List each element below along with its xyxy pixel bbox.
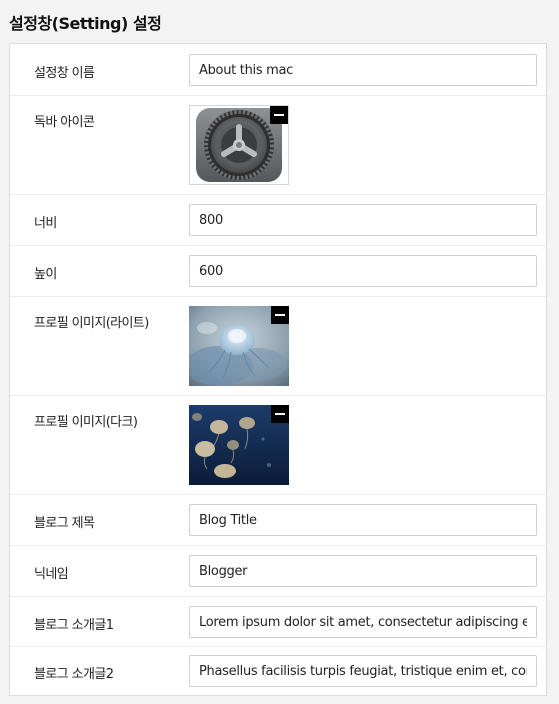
window-name-input[interactable] [189, 54, 537, 86]
dock-icon-remove-button[interactable] [270, 106, 288, 124]
row-blog-title: 블로그 제목 [10, 495, 546, 546]
blog-title-label: 블로그 제목 [34, 516, 95, 531]
row-profile-dark: 프로필 이미지(다크) [10, 396, 546, 495]
blog-intro2-input[interactable] [189, 655, 537, 687]
profile-dark-remove-button[interactable] [271, 405, 289, 423]
width-label: 너비 [34, 216, 57, 231]
row-blog-intro2: 블로그 소개글2 [10, 647, 546, 695]
height-input[interactable] [189, 255, 537, 287]
blog-intro1-label: 블로그 소개글1 [34, 618, 114, 633]
height-label: 높이 [34, 267, 57, 282]
row-profile-light: 프로필 이미지(라이트) [10, 297, 546, 396]
window-name-label: 설정창 이름 [34, 66, 95, 81]
profile-dark-image [189, 405, 289, 485]
dock-icon-label: 독바 아이콘 [34, 115, 95, 130]
row-window-name: 설정창 이름 [10, 44, 546, 96]
profile-light-image [189, 306, 289, 386]
dock-icon-image [189, 105, 289, 185]
settings-form: 설정창 이름 독바 아이콘 [9, 43, 547, 696]
page-title: 설정창(Setting) 설정 [9, 14, 162, 33]
width-input[interactable] [189, 204, 537, 236]
profile-light-remove-button[interactable] [271, 306, 289, 324]
row-dock-icon: 독바 아이콘 [10, 96, 546, 195]
blog-intro2-label: 블로그 소개글2 [34, 667, 114, 682]
profile-light-label: 프로필 이미지(라이트) [34, 316, 149, 331]
row-height: 높이 [10, 246, 546, 297]
row-width: 너비 [10, 195, 546, 246]
blog-title-input[interactable] [189, 504, 537, 536]
row-nickname: 닉네임 [10, 546, 546, 597]
nickname-label: 닉네임 [34, 567, 69, 582]
blog-intro1-input[interactable] [189, 606, 537, 638]
row-blog-intro1: 블로그 소개글1 [10, 597, 546, 647]
nickname-input[interactable] [189, 555, 537, 587]
profile-dark-label: 프로필 이미지(다크) [34, 415, 138, 430]
